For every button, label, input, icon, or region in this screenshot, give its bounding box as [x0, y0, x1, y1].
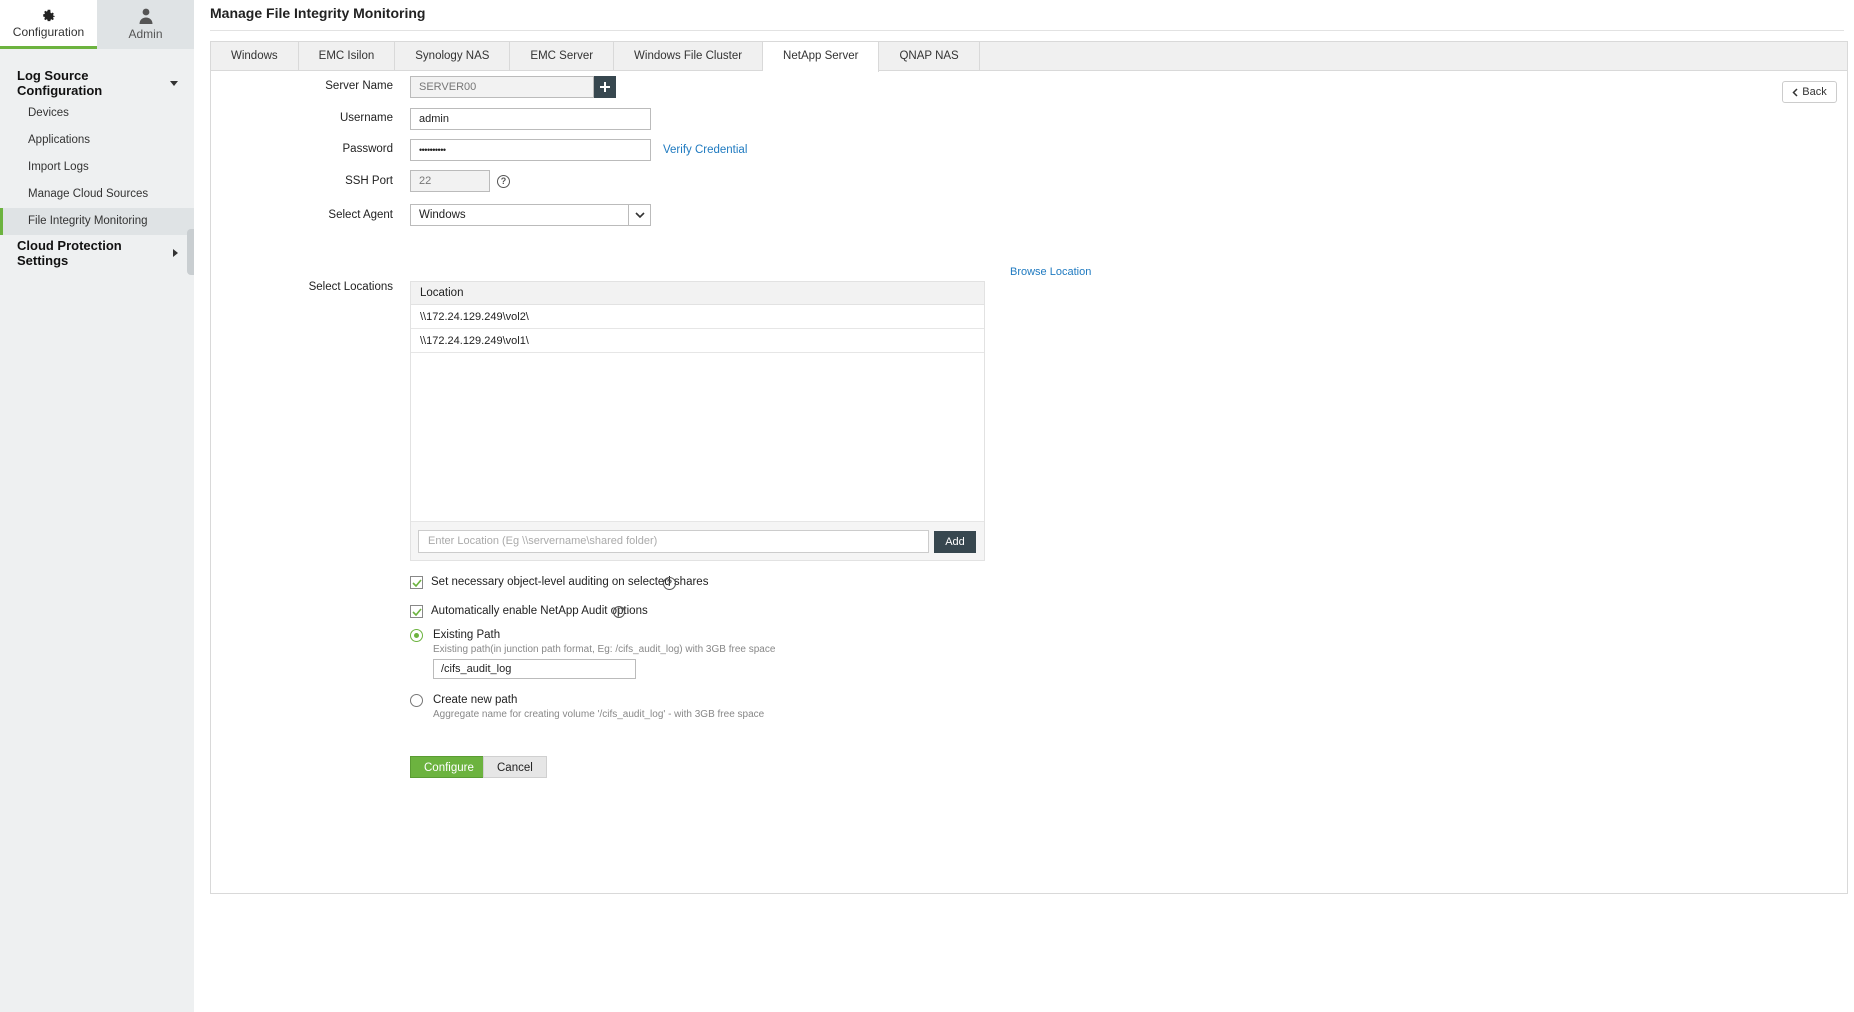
create-new-path-hint: Aggregate name for creating volume '/cif… [433, 709, 765, 720]
create-new-path-radio[interactable] [410, 694, 423, 707]
location-input[interactable]: Enter Location (Eg \\servername\shared f… [418, 530, 929, 553]
section-log-source-configuration[interactable]: Log Source Configuration [0, 68, 194, 98]
section-log-source-label: Log Source Configuration [17, 68, 103, 98]
browse-location-link[interactable]: Browse Location [1010, 266, 1091, 278]
log-source-items: Devices Applications Import Logs Manage … [0, 100, 194, 235]
info-icon[interactable]: i [613, 606, 625, 618]
nav-admin-label: Admin [128, 27, 163, 41]
chevron-down-icon [628, 205, 650, 225]
location-row[interactable]: \\172.24.129.249\vol1\ [411, 329, 984, 353]
location-add-bar: Enter Location (Eg \\servername\shared f… [411, 521, 984, 560]
verify-credential-link[interactable]: Verify Credential [663, 144, 747, 156]
locations-table: Location \\172.24.129.249\vol2\ \\172.24… [410, 281, 985, 561]
object-level-auditing-checkbox[interactable] [410, 576, 423, 589]
existing-path-label: Existing Path [433, 629, 501, 641]
location-row[interactable]: \\172.24.129.249\vol2\ [411, 305, 984, 329]
auto-enable-audit-checkbox[interactable] [410, 605, 423, 618]
section-cloud-protection-settings[interactable]: Cloud Protection Settings [0, 238, 194, 268]
sidebar-item-applications[interactable]: Applications [0, 127, 194, 154]
existing-path-hint: Existing path(in junction path format, E… [433, 644, 776, 655]
top-nav: Configuration Admin [0, 0, 194, 49]
server-name-field[interactable]: SERVER00 [410, 76, 594, 98]
create-new-path-label: Create new path [433, 694, 518, 706]
add-location-button[interactable]: Add [934, 531, 976, 553]
back-label: Back [1802, 86, 1827, 98]
sidebar: Configuration Admin Log Source Configura… [0, 0, 194, 1012]
existing-path-field[interactable]: /cifs_audit_log [433, 659, 636, 679]
checkmark-icon [411, 607, 422, 616]
add-server-button[interactable] [594, 76, 616, 98]
sidebar-item-devices[interactable]: Devices [0, 100, 194, 127]
server-name-label: Server Name [325, 80, 393, 92]
tab-qnap-nas[interactable]: QNAP NAS [879, 42, 980, 71]
password-label: Password [342, 143, 394, 155]
existing-path-radio[interactable] [410, 629, 423, 642]
help-icon[interactable]: ? [663, 577, 676, 590]
page-title: Manage File Integrity Monitoring [210, 5, 426, 21]
back-button[interactable]: Back [1782, 81, 1837, 103]
chevron-left-icon [1792, 87, 1798, 97]
username-field[interactable]: admin [410, 108, 651, 130]
sidebar-item-file-integrity-monitoring[interactable]: File Integrity Monitoring [0, 208, 194, 235]
tab-windows-file-cluster[interactable]: Windows File Cluster [614, 42, 764, 71]
sidebar-item-import-logs[interactable]: Import Logs [0, 154, 194, 181]
user-icon [139, 8, 152, 24]
select-locations-label: Select Locations [308, 281, 393, 293]
nav-configuration-label: Configuration [12, 24, 85, 39]
source-tabs: Windows EMC Isilon Synology NAS EMC Serv… [211, 42, 1847, 72]
sidebar-collapse-handle[interactable] [187, 229, 194, 275]
plus-icon [600, 82, 610, 92]
nav-admin[interactable]: Admin [97, 0, 194, 49]
caret-right-icon [173, 249, 178, 257]
sidebar-item-manage-cloud-sources[interactable]: Manage Cloud Sources [0, 181, 194, 208]
password-field[interactable]: •••••••••• [410, 139, 651, 161]
select-agent-value: Windows [419, 209, 466, 221]
tab-emc-isilon[interactable]: EMC Isilon [299, 42, 396, 71]
caret-down-icon [170, 80, 178, 86]
title-divider [210, 30, 1844, 31]
cancel-button[interactable]: Cancel [483, 756, 547, 778]
gear-icon [42, 9, 55, 21]
tab-emc-server[interactable]: EMC Server [510, 42, 615, 71]
section-cloud-label: Cloud Protection Settings [17, 238, 122, 268]
ssh-port-label: SSH Port [345, 175, 393, 187]
fim-panel: Windows EMC Isilon Synology NAS EMC Serv… [210, 41, 1848, 894]
checkmark-icon [411, 578, 422, 587]
ssh-port-field[interactable]: 22 [410, 170, 490, 192]
tab-windows[interactable]: Windows [211, 42, 299, 71]
nav-configuration[interactable]: Configuration [0, 0, 97, 49]
help-icon[interactable]: ? [497, 175, 510, 188]
select-agent-label: Select Agent [328, 209, 393, 221]
tab-synology-nas[interactable]: Synology NAS [395, 42, 511, 71]
tab-netapp-server[interactable]: NetApp Server [763, 42, 880, 72]
location-column-header: Location [411, 282, 984, 305]
select-agent-dropdown[interactable]: Windows [410, 204, 651, 226]
configure-button[interactable]: Configure [410, 756, 488, 778]
sidebar-menu: Log Source Configuration Devices Applica… [0, 49, 194, 268]
username-label: Username [339, 112, 393, 124]
